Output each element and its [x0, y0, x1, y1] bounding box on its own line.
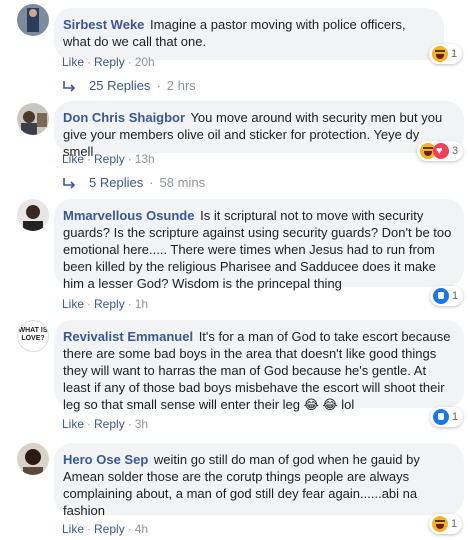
comment-bubble: Hero Ose Sep weitin go still do man of g… [54, 443, 464, 518]
avatar[interactable] [17, 103, 49, 135]
like-icon [433, 409, 449, 425]
comment-timestamp[interactable]: 20h [135, 55, 155, 69]
replies-time: 2 hrs [166, 78, 196, 93]
haha-icon [432, 46, 448, 62]
reply-link[interactable]: Reply [94, 522, 125, 536]
comment-timestamp[interactable]: 1h [135, 297, 148, 311]
replies-count[interactable]: 25 Replies [89, 78, 150, 93]
reaction-summary[interactable]: 1 [429, 44, 463, 64]
reply-arrow-icon [63, 80, 76, 92]
reaction-count: 3 [452, 145, 459, 157]
like-link[interactable]: Like [62, 297, 84, 311]
reply-link[interactable]: Reply [94, 297, 125, 311]
reaction-count: 1 [452, 411, 459, 423]
reaction-count: 1 [451, 48, 458, 60]
like-link[interactable]: Like [62, 152, 84, 166]
reaction-summary[interactable]: 3 [417, 141, 464, 161]
like-link[interactable]: Like [62, 417, 84, 431]
reaction-count: 1 [452, 290, 459, 302]
reaction-summary[interactable]: 1 [430, 286, 464, 306]
comment-actions: Like · Reply · 1h [62, 297, 149, 311]
haha-icon [432, 516, 448, 532]
reply-link[interactable]: Reply [94, 417, 125, 431]
comment-author[interactable]: Mmarvellous Osunde [63, 208, 194, 223]
comment-bubble: Sirbest Weke Imagine a pastor moving wit… [54, 8, 444, 60]
avatar[interactable] [17, 199, 49, 231]
view-replies[interactable]: 25 Replies · 2 hrs [62, 78, 196, 93]
like-icon [433, 288, 449, 304]
like-link[interactable]: Like [62, 55, 84, 69]
replies-count[interactable]: 5 Replies [89, 175, 143, 190]
reaction-summary[interactable]: 1 [429, 514, 463, 534]
comment-author[interactable]: Don Chris Shaigbor [63, 110, 185, 125]
comment-actions: Like · Reply · 3h [62, 417, 149, 431]
reaction-count: 1 [451, 518, 458, 530]
comment-bubble: Don Chris Shaigbor You move around with … [54, 101, 464, 159]
comment-timestamp[interactable]: 13h [135, 152, 155, 166]
comment-timestamp[interactable]: 4h [135, 522, 148, 536]
comment-author[interactable]: Revivalist Emmanuel [63, 329, 193, 344]
reply-link[interactable]: Reply [94, 152, 125, 166]
comment-actions: Like · Reply · 4h [62, 522, 149, 536]
view-replies[interactable]: 5 Replies · 58 mins [62, 175, 205, 190]
reply-link[interactable]: Reply [94, 55, 125, 69]
love-icon [433, 143, 449, 159]
comment-bubble: Revivalist Emmanuel It's for a man of Go… [54, 320, 464, 412]
avatar-text: WHAT IS LOVE? [18, 327, 48, 342]
like-link[interactable]: Like [62, 522, 84, 536]
comment-author[interactable]: Hero Ose Sep [63, 452, 148, 467]
reaction-summary[interactable]: 1 [430, 407, 464, 427]
replies-time: 58 mins [159, 175, 206, 190]
comment-author[interactable]: Sirbest Weke [63, 17, 144, 32]
reply-arrow-icon [63, 177, 76, 189]
avatar[interactable]: WHAT IS LOVE? [17, 320, 49, 352]
avatar[interactable] [17, 443, 49, 475]
comment-actions: Like · Reply · 13h [62, 152, 155, 166]
comment-bubble: Mmarvellous Osunde Is it scriptural not … [54, 199, 464, 291]
avatar[interactable] [17, 4, 49, 36]
comment-timestamp[interactable]: 3h [135, 417, 148, 431]
comment-actions: Like · Reply · 20h [62, 55, 155, 69]
